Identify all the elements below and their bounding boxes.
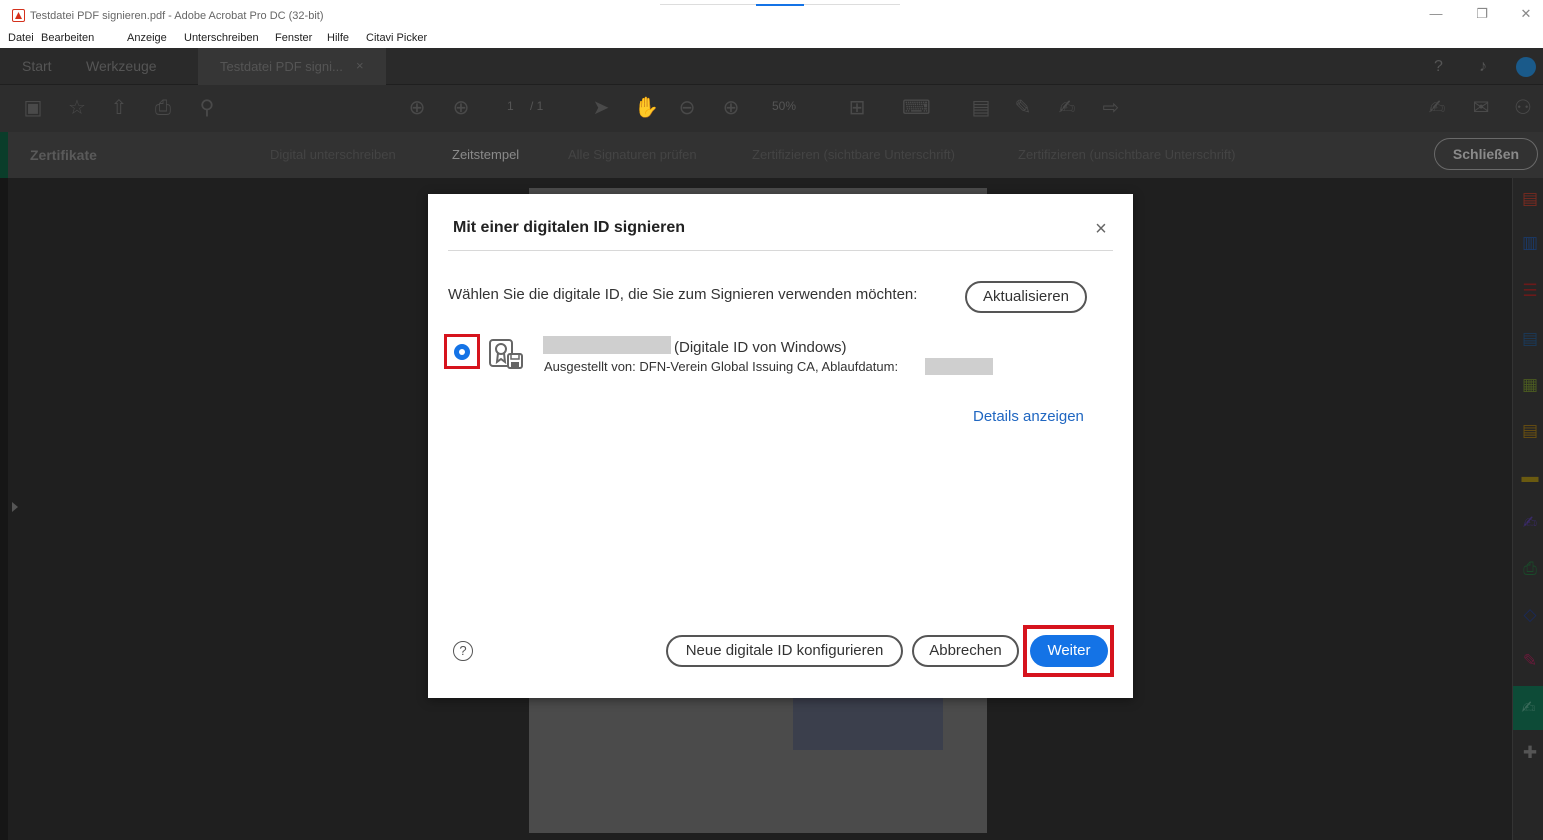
menu-bar: Datei Bearbeiten Anzeige Unterschreiben … xyxy=(0,30,1543,48)
menu-fenster[interactable]: Fenster xyxy=(275,32,312,44)
digital-id-radio[interactable] xyxy=(454,344,470,360)
page-number-total: / 1 xyxy=(530,99,544,113)
certificates-label: Zertifikate xyxy=(30,147,97,163)
menu-hilfe[interactable]: Hilfe xyxy=(327,32,349,44)
fill-sign-tool-icon[interactable]: ✍ xyxy=(1519,512,1541,534)
create-form-icon[interactable]: ▤ xyxy=(1519,420,1541,442)
dialog-divider xyxy=(448,250,1113,251)
refresh-button[interactable]: Aktualisieren xyxy=(965,281,1087,313)
certificate-id-icon xyxy=(489,339,523,369)
restore-button[interactable]: ❐ xyxy=(1472,6,1492,24)
page-down-icon[interactable]: ⊕ xyxy=(450,97,472,119)
choose-id-prompt: Wählen Sie die digitale ID, die Sie zum … xyxy=(448,286,918,303)
upload-icon[interactable]: ⇧ xyxy=(108,97,130,119)
request-signature-icon[interactable]: ✎ xyxy=(1519,650,1541,672)
digital-sign-action[interactable]: Digital unterschreiben xyxy=(270,147,396,162)
title-bar: Testdatei PDF signieren.pdf - Adobe Acro… xyxy=(0,0,1543,30)
help-circle-icon[interactable]: ? xyxy=(1434,58,1443,76)
bookmark-star-icon[interactable]: ☆ xyxy=(66,97,88,119)
help-icon[interactable]: ? xyxy=(453,641,473,661)
configure-new-id-button[interactable]: Neue digitale ID konfigurieren xyxy=(666,635,903,667)
protect-icon[interactable]: ◇ xyxy=(1519,604,1541,626)
bell-icon[interactable]: ♪ xyxy=(1479,58,1487,76)
avatar[interactable] xyxy=(1516,57,1536,77)
select-arrow-icon[interactable]: ➤ xyxy=(590,97,612,119)
create-pdf-icon[interactable]: ▤ xyxy=(1519,188,1541,210)
comment-icon[interactable]: ▤ xyxy=(970,97,992,119)
menu-unterschreiben[interactable]: Unterschreiben xyxy=(184,32,259,44)
close-window-button[interactable]: ✕ xyxy=(1516,6,1536,24)
digital-id-issuer: Ausgestellt von: DFN-Verein Global Issui… xyxy=(544,359,899,374)
close-certificates-button[interactable]: Schließen xyxy=(1434,138,1538,170)
next-button[interactable]: Weiter xyxy=(1030,635,1108,667)
comment-tool-icon[interactable]: ▬ xyxy=(1519,466,1541,488)
redacted-id-name xyxy=(543,336,671,354)
minimize-button[interactable]: — xyxy=(1426,6,1446,24)
menu-citavi-picker[interactable]: Citavi Picker xyxy=(366,32,427,44)
print-production-icon[interactable]: ⎙ xyxy=(1519,558,1541,580)
search-zoom-icon[interactable]: ⚲ xyxy=(196,97,218,119)
expand-left-panel-icon[interactable] xyxy=(12,502,18,512)
menu-anzeige[interactable]: Anzeige xyxy=(127,32,167,44)
edit-pdf-icon[interactable]: ▦ xyxy=(1519,374,1541,396)
save-icon[interactable]: ▣ xyxy=(22,97,44,119)
menu-bearbeiten[interactable]: Bearbeiten xyxy=(41,32,94,44)
combine-files-icon[interactable]: ▥ xyxy=(1519,232,1541,254)
dialog-close-button[interactable]: × xyxy=(1090,218,1112,240)
page-fit-icon[interactable]: ⊞ xyxy=(846,97,868,119)
mail-icon[interactable]: ✉ xyxy=(1470,97,1492,119)
show-details-link[interactable]: Details anzeigen xyxy=(973,408,1084,425)
page-up-icon[interactable]: ⊕ xyxy=(406,97,428,119)
sign-icon[interactable]: ✍ xyxy=(1056,97,1078,119)
redacted-expiry-date xyxy=(925,358,993,375)
certify-invisible-action[interactable]: Zertifizieren (unsichtbare Unterschrift) xyxy=(1018,147,1235,162)
title-progress-line xyxy=(660,4,900,6)
menu-datei[interactable]: Datei xyxy=(8,32,34,44)
tab-document-label: Testdatei PDF signi... xyxy=(220,59,343,74)
dialog-title: Mit einer digitalen ID signieren xyxy=(453,219,686,236)
validate-all-action[interactable]: Alle Signaturen prüfen xyxy=(568,147,697,162)
window-title: Testdatei PDF signieren.pdf - Adobe Acro… xyxy=(30,10,324,22)
page-number-current[interactable]: 1 xyxy=(507,99,514,113)
share-icon[interactable]: ⇨ xyxy=(1100,97,1122,119)
tab-start[interactable]: Start xyxy=(22,58,52,74)
highlight-pen-icon[interactable]: ✎ xyxy=(1012,97,1034,119)
tab-document[interactable]: Testdatei PDF signi... × xyxy=(198,48,386,85)
tab-werkzeuge[interactable]: Werkzeuge xyxy=(86,58,157,74)
zoom-level[interactable]: 50% xyxy=(772,99,796,113)
right-tool-rail: ▤ ▥ ☰ ▤ ▦ ▤ ▬ ✍ ⎙ ◇ ✎ ✍ ✚ xyxy=(1512,178,1543,840)
more-tools-icon[interactable]: ✚ xyxy=(1519,742,1541,764)
reading-mode-icon[interactable]: ⌨ xyxy=(902,97,931,119)
fill-sign-icon[interactable]: ✍ xyxy=(1426,97,1448,119)
acrobat-icon xyxy=(12,9,25,22)
print-icon[interactable]: ⎙ xyxy=(152,97,174,119)
timestamp-action[interactable]: Zeitstempel xyxy=(452,147,519,162)
digital-id-type: (Digitale ID von Windows) xyxy=(674,339,847,356)
zoom-in-icon[interactable]: ⊕ xyxy=(720,97,742,119)
certificates-bar: Zertifikate Digital unterschreiben Zeits… xyxy=(0,132,1543,178)
cancel-button[interactable]: Abbrechen xyxy=(912,635,1019,667)
certificates-tool-icon[interactable]: ✍ xyxy=(1513,686,1543,730)
zoom-out-icon[interactable]: ⊖ xyxy=(676,97,698,119)
signature-field-placeholder xyxy=(793,693,943,750)
main-toolbar: ▣ ☆ ⇧ ⎙ ⚲ ⊕ ⊕ 1 / 1 ➤ ✋ ⊖ ⊕ 50% ⊞ ⌨ ▤ ✎ … xyxy=(0,85,1543,132)
organize-pages-icon[interactable]: ☰ xyxy=(1519,280,1541,302)
hand-tool-icon[interactable]: ✋ xyxy=(634,97,659,119)
tab-close-icon[interactable]: × xyxy=(356,58,364,73)
tabs-bar: Start Werkzeuge Testdatei PDF signi... ×… xyxy=(0,48,1543,85)
add-user-icon[interactable]: ⚇ xyxy=(1512,97,1534,119)
sign-digital-id-dialog: Mit einer digitalen ID signieren × Wähle… xyxy=(428,194,1133,698)
export-pdf-icon[interactable]: ▤ xyxy=(1519,328,1541,350)
certify-visible-action[interactable]: Zertifizieren (sichtbare Unterschrift) xyxy=(752,147,955,162)
